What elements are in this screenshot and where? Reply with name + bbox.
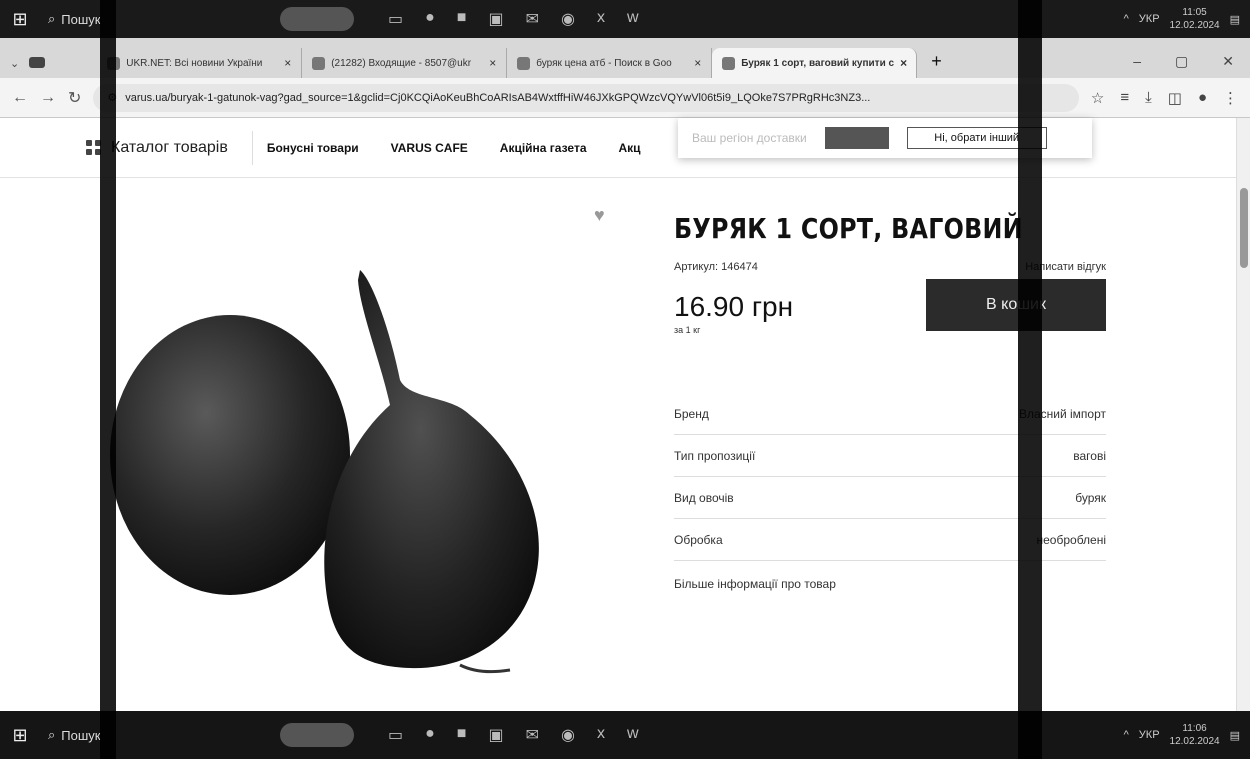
taskbar-search[interactable]: ⌕ Пошук: [40, 11, 240, 27]
confirm-region-button[interactable]: [824, 127, 889, 149]
product-sku: Артикул: 146474: [674, 261, 758, 273]
chevron-up-icon[interactable]: ^: [1124, 729, 1129, 741]
mail-icon[interactable]: ✉: [526, 9, 539, 29]
notifications-icon[interactable]: ▤: [1230, 729, 1240, 742]
taskbar-search[interactable]: ⌕ Пошук: [40, 727, 240, 743]
store-icon[interactable]: ▣: [488, 9, 503, 29]
scan-streak: [1018, 0, 1042, 759]
search-icon: ⌕: [48, 11, 56, 26]
page-scrollbar[interactable]: [1236, 118, 1250, 711]
chrome-icon[interactable]: ◉: [561, 9, 575, 29]
scan-streak: [100, 0, 116, 759]
playlist-icon[interactable]: ≡: [1120, 89, 1129, 107]
sidepanel-icon[interactable]: ◫: [1168, 89, 1182, 107]
taskbar-apps: ▭ ● ■ ▣ ✉ ◉ x w: [388, 725, 639, 745]
forward-icon[interactable]: →: [40, 89, 56, 107]
search-icon: ⌕: [48, 727, 56, 742]
close-icon[interactable]: ×: [694, 56, 701, 70]
file-explorer-icon[interactable]: ■: [457, 725, 467, 745]
profile-icon[interactable]: ●: [1198, 89, 1207, 107]
price-unit: за 1 кг: [674, 325, 701, 335]
maximize-icon[interactable]: ▢: [1175, 53, 1188, 70]
minimize-icon[interactable]: –: [1133, 53, 1141, 70]
browser-tab-strip: ⌄ UKR.NET: Всі новини України × (21282) В…: [0, 38, 1250, 78]
tab-search-icon[interactable]: ⌄: [10, 57, 19, 70]
browser-toolbar: ← → ↻ ⚙ varus.ua/buryak-1-gatunok-vag?ga…: [0, 78, 1250, 118]
tab-varus[interactable]: Буряк 1 сорт, ваговий купити с ×: [712, 48, 918, 78]
product-title: БУРЯК 1 СОРТ, ВАГОВИЙ: [674, 212, 1023, 245]
nav-links: Бонусні товари VARUS CAFE Акційна газета…: [267, 141, 641, 155]
close-window-icon[interactable]: ✕: [1222, 53, 1234, 70]
star-icon[interactable]: ☆: [1091, 89, 1104, 107]
language-indicator[interactable]: УКР: [1139, 13, 1160, 25]
close-icon[interactable]: ×: [489, 56, 496, 70]
task-view-icon[interactable]: ▭: [388, 725, 403, 745]
tab-google[interactable]: буряк цена атб - Поиск в Goo ×: [507, 48, 713, 78]
close-icon[interactable]: ×: [284, 56, 291, 70]
widget-pill[interactable]: [280, 7, 354, 31]
toolbar-icons: ☆ ≡ ⤓ ◫ ● ⋮: [1091, 89, 1238, 107]
taskbar-bottom: ⊞ ⌕ Пошук ▭ ● ■ ▣ ✉ ◉ x w ^ УКР 11:06 12…: [0, 711, 1250, 759]
chevron-up-icon[interactable]: ^: [1124, 13, 1129, 25]
menu-icon[interactable]: ⋮: [1223, 89, 1238, 107]
store-icon[interactable]: ▣: [488, 725, 503, 745]
excel-icon[interactable]: x: [597, 9, 605, 29]
product-price: 16.90 грн: [674, 291, 794, 322]
nav-link-promo[interactable]: Акц: [619, 141, 641, 155]
product-image: [110, 270, 539, 674]
chat-icon[interactable]: ●: [425, 9, 435, 29]
window-controls: – ▢ ✕: [1133, 53, 1250, 78]
task-view-icon[interactable]: ▭: [388, 9, 403, 29]
nav-link-bonus[interactable]: Бонусні товари: [267, 141, 359, 155]
close-icon[interactable]: ×: [900, 56, 907, 70]
nav-link-cafe[interactable]: VARUS CAFE: [391, 141, 468, 155]
taskbar-top: ⊞ ⌕ Пошук ▭ ● ■ ▣ ✉ ◉ x w ^ УКР 11:05 12…: [0, 0, 1250, 38]
word-icon[interactable]: w: [627, 9, 639, 29]
google-icon: [517, 56, 531, 70]
download-icon[interactable]: ⤓: [1145, 89, 1152, 107]
address-bar[interactable]: ⚙ varus.ua/buryak-1-gatunok-vag?gad_sour…: [93, 83, 1079, 112]
mail-icon[interactable]: ✉: [526, 725, 539, 745]
system-tray: ^ УКР 11:06 12.02.2024 ▤: [1124, 722, 1250, 748]
taskbar-apps: ▭ ● ■ ▣ ✉ ◉ x w: [388, 9, 639, 29]
youtube-icon[interactable]: [29, 57, 46, 68]
word-icon[interactable]: w: [627, 725, 639, 745]
back-icon[interactable]: ←: [12, 89, 28, 107]
grid-icon: [86, 140, 101, 155]
file-explorer-icon[interactable]: ■: [457, 9, 467, 29]
new-tab-icon[interactable]: +: [931, 51, 942, 72]
excel-icon[interactable]: x: [597, 725, 605, 745]
system-tray: ^ УКР 11:05 12.02.2024 ▤: [1124, 6, 1250, 32]
nav-link-newspaper[interactable]: Акційна газета: [500, 141, 587, 155]
chrome-icon[interactable]: ◉: [561, 725, 575, 745]
favicon: [722, 56, 736, 70]
favicon: [312, 56, 326, 70]
clock[interactable]: 11:06 12.02.2024: [1170, 722, 1220, 748]
scrollbar-thumb[interactable]: [1240, 188, 1248, 268]
tab-ukrnet[interactable]: UKR.NET: Всі новини України ×: [97, 48, 303, 78]
reload-icon[interactable]: ↻: [68, 88, 81, 108]
notifications-icon[interactable]: ▤: [1230, 13, 1240, 26]
widget-pill[interactable]: [280, 723, 354, 747]
windows-start-icon[interactable]: ⊞: [0, 711, 40, 759]
add-to-cart-button[interactable]: В кошик: [926, 279, 1106, 331]
clock[interactable]: 11:05 12.02.2024: [1170, 6, 1220, 32]
language-indicator[interactable]: УКР: [1139, 729, 1160, 741]
chat-icon[interactable]: ●: [425, 725, 435, 745]
windows-start-icon[interactable]: ⊞: [0, 0, 40, 38]
tab-mail[interactable]: (21282) Входящие - 8507@ukr ×: [302, 48, 508, 78]
